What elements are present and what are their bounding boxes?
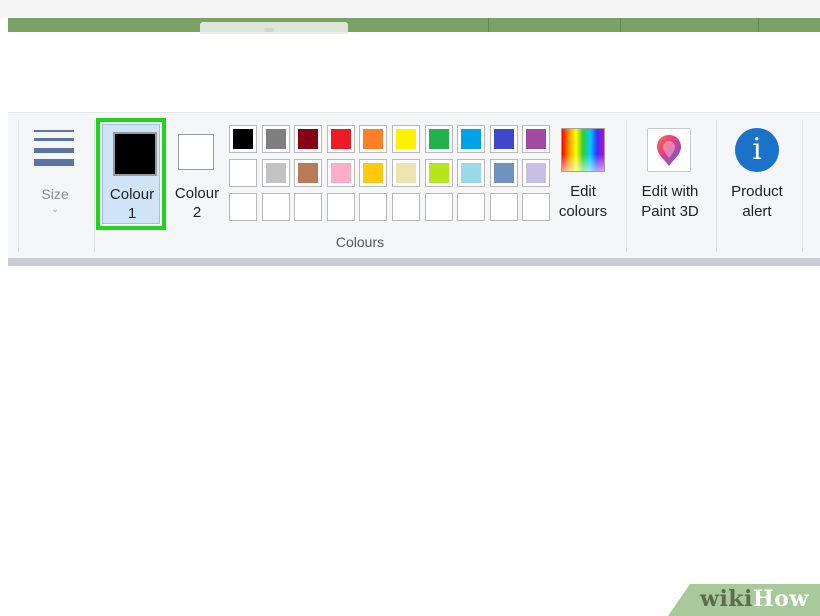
- palette-swatch[interactable]: [425, 125, 453, 153]
- palette-swatch[interactable]: [457, 159, 485, 187]
- palette-swatch-empty[interactable]: [327, 193, 355, 221]
- swatch-fill: [266, 129, 286, 149]
- swatch-fill: [266, 163, 286, 183]
- colour-1-selected-bg: Colour 1: [102, 124, 160, 224]
- swatch-fill: [233, 129, 253, 149]
- swatch-fill: [396, 163, 416, 183]
- palette-swatch[interactable]: [229, 159, 257, 187]
- palette-swatch-empty[interactable]: [457, 193, 485, 221]
- paint-3d-label: Edit with Paint 3D: [641, 183, 699, 220]
- swatch-fill: [494, 163, 514, 183]
- watermark-text: wikiHow: [700, 586, 809, 612]
- ribbon-bottom-border: [8, 258, 820, 266]
- palette-swatch-empty[interactable]: [229, 193, 257, 221]
- palette-swatch[interactable]: [522, 159, 550, 187]
- palette-swatch[interactable]: [425, 159, 453, 187]
- line-thickness-icon: [34, 128, 74, 168]
- separator: [626, 120, 627, 252]
- swatch-fill: [233, 163, 253, 183]
- palette-swatch[interactable]: [359, 159, 387, 187]
- palette-swatch[interactable]: [490, 125, 518, 153]
- swatch-fill: [331, 163, 351, 183]
- palette-swatch-empty[interactable]: [262, 193, 290, 221]
- palette-swatch[interactable]: [294, 125, 322, 153]
- palette-swatch[interactable]: [327, 125, 355, 153]
- chevron-down-icon: ⌄: [51, 204, 59, 214]
- palette-swatch[interactable]: [229, 125, 257, 153]
- info-icon: i: [735, 128, 779, 172]
- palette-swatch[interactable]: [392, 125, 420, 153]
- wikihow-watermark: wikiHow: [668, 584, 820, 616]
- edit-colours-button[interactable]: Edit colours: [556, 126, 622, 226]
- swatch-fill: [396, 129, 416, 149]
- size-label: Size: [41, 186, 69, 202]
- top-strip: [0, 0, 820, 18]
- palette-swatch[interactable]: [359, 125, 387, 153]
- swatch-fill: [429, 129, 449, 149]
- palette-swatch-empty[interactable]: [294, 193, 322, 221]
- swatch-fill: [461, 163, 481, 183]
- swatch-fill: [461, 129, 481, 149]
- palette-swatch-empty[interactable]: [522, 193, 550, 221]
- swatch-fill: [494, 129, 514, 149]
- colour-2-label: Colour 2: [174, 185, 220, 221]
- rainbow-colour-picker-icon: [561, 128, 605, 172]
- size-button[interactable]: Size ⌄: [22, 124, 88, 224]
- product-alert-label: Product alert: [731, 183, 783, 220]
- edit-colours-label: Edit colours: [558, 183, 608, 220]
- separator: [716, 120, 717, 252]
- swatch-fill: [363, 129, 383, 149]
- colour-2-button[interactable]: Colour 2: [170, 124, 224, 228]
- swatch-fill: [298, 129, 318, 149]
- product-alert-button[interactable]: i Product alert: [718, 126, 800, 226]
- colour-1-label: Colour 1: [109, 186, 155, 222]
- palette-swatch[interactable]: [392, 159, 420, 187]
- ribbon-tab-indicator: [264, 28, 274, 32]
- title-bar: [8, 18, 820, 32]
- palette-swatch[interactable]: [327, 159, 355, 187]
- palette-swatch-empty[interactable]: [425, 193, 453, 221]
- swatch-fill: [526, 163, 546, 183]
- separator: [94, 120, 95, 252]
- palette-swatch[interactable]: [490, 159, 518, 187]
- separator: [18, 120, 19, 252]
- palette-swatch[interactable]: [522, 125, 550, 153]
- colours-group-label: Colours: [335, 234, 385, 250]
- swatch-fill: [298, 163, 318, 183]
- swatch-fill: [331, 129, 351, 149]
- palette-swatch[interactable]: [262, 159, 290, 187]
- swatch-fill: [363, 163, 383, 183]
- palette-swatch[interactable]: [294, 159, 322, 187]
- palette-swatch-empty[interactable]: [490, 193, 518, 221]
- edit-with-paint-3d-button[interactable]: Edit with Paint 3D: [628, 126, 712, 226]
- palette-swatch[interactable]: [457, 125, 485, 153]
- colour-1-swatch: [113, 132, 157, 176]
- separator: [802, 120, 803, 252]
- colour-1-button[interactable]: Colour 1: [96, 118, 166, 230]
- colour-2-swatch: [178, 134, 214, 170]
- paint-3d-icon: [647, 128, 691, 172]
- swatch-fill: [526, 129, 546, 149]
- palette-swatch-empty[interactable]: [359, 193, 387, 221]
- ribbon-tab-ghost: [200, 22, 348, 34]
- colour-palette: [229, 125, 553, 225]
- swatch-fill: [429, 163, 449, 183]
- palette-swatch[interactable]: [262, 125, 290, 153]
- palette-swatch-empty[interactable]: [392, 193, 420, 221]
